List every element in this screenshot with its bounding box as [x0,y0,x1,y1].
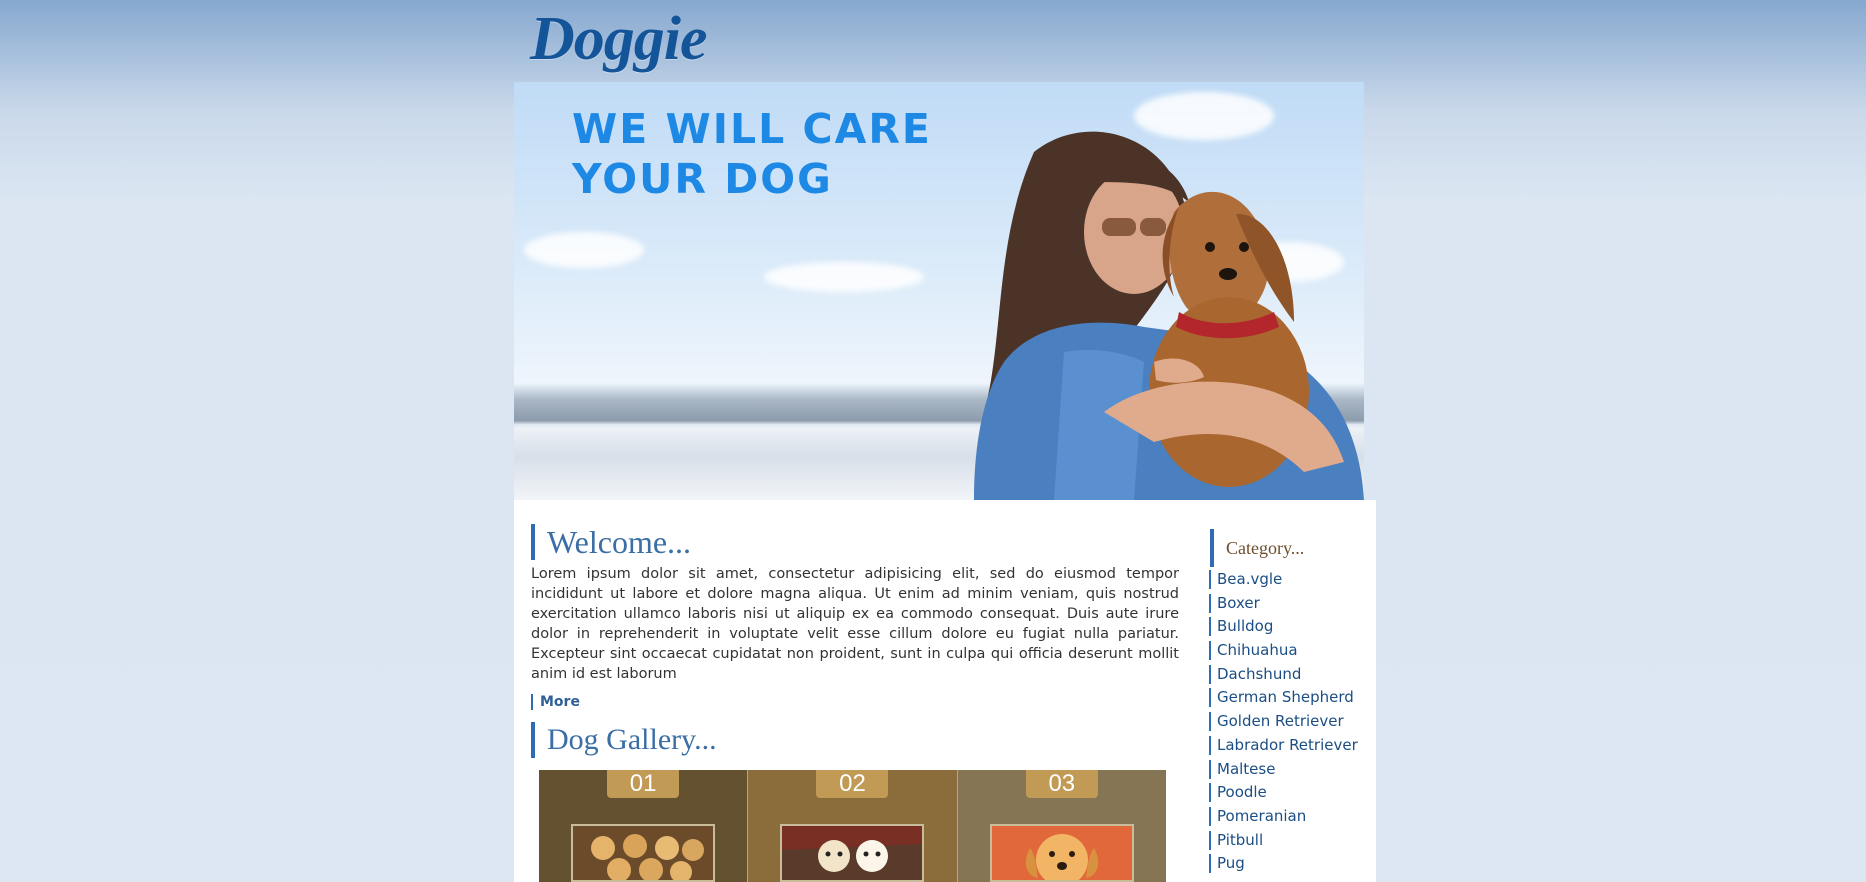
gallery-item[interactable]: 03 [957,770,1166,882]
dog-gallery: 01 02 03 [539,770,1166,882]
category-link[interactable]: Bulldog [1209,617,1358,637]
category-link[interactable]: Boxer [1209,593,1358,613]
gallery-number: 03 [1025,770,1098,798]
woman-kissing-dog-photo [974,131,1364,500]
hero-banner: WE WILL CARE YOUR DOG [514,82,1364,500]
category-link[interactable]: Labrador Retriever [1209,735,1358,755]
category-link[interactable]: Chihuahua [1209,641,1358,661]
welcome-heading: Welcome... [531,524,691,560]
cloud-decoration [764,262,924,292]
site-logo[interactable]: Doggie [530,4,708,75]
gallery-heading: Dog Gallery... [531,722,717,758]
category-link[interactable]: Maltese [1209,759,1358,779]
golden-retriever-thumbnail-image [991,826,1132,880]
category-heading: Category... [1210,529,1304,567]
gallery-thumbnail[interactable] [571,824,716,882]
category-link[interactable]: Pug [1209,854,1358,874]
gallery-number: 01 [607,770,680,798]
welcome-text: Lorem ipsum dolor sit amet, consectetur … [531,566,1179,682]
gallery-thumbnail[interactable] [989,824,1134,882]
category-link[interactable]: Bea.vgle [1209,570,1358,589]
gallery-item[interactable]: 02 [748,770,958,882]
category-link[interactable]: Dachshund [1209,664,1358,684]
category-link[interactable]: German Shepherd [1209,688,1358,708]
gallery-number: 02 [816,770,889,798]
category-link[interactable]: Pitbull [1209,830,1358,850]
main-content: Welcome... Lorem ipsum dolor sit amet, c… [514,500,1376,882]
gallery-item[interactable]: 01 [539,770,749,882]
gallery-thumbnail[interactable] [780,824,925,882]
category-link[interactable]: Golden Retriever [1209,712,1358,732]
category-link[interactable]: Poodle [1209,783,1358,803]
two-puppies-thumbnail-image [782,826,923,880]
cloud-decoration [524,232,644,268]
category-list: Bea.vgle Boxer Bulldog Chihuahua Dachshu… [1209,570,1358,878]
puppies-thumbnail-image [573,826,714,880]
more-link[interactable]: More [531,694,580,710]
category-link[interactable]: Pomeranian [1209,806,1358,826]
